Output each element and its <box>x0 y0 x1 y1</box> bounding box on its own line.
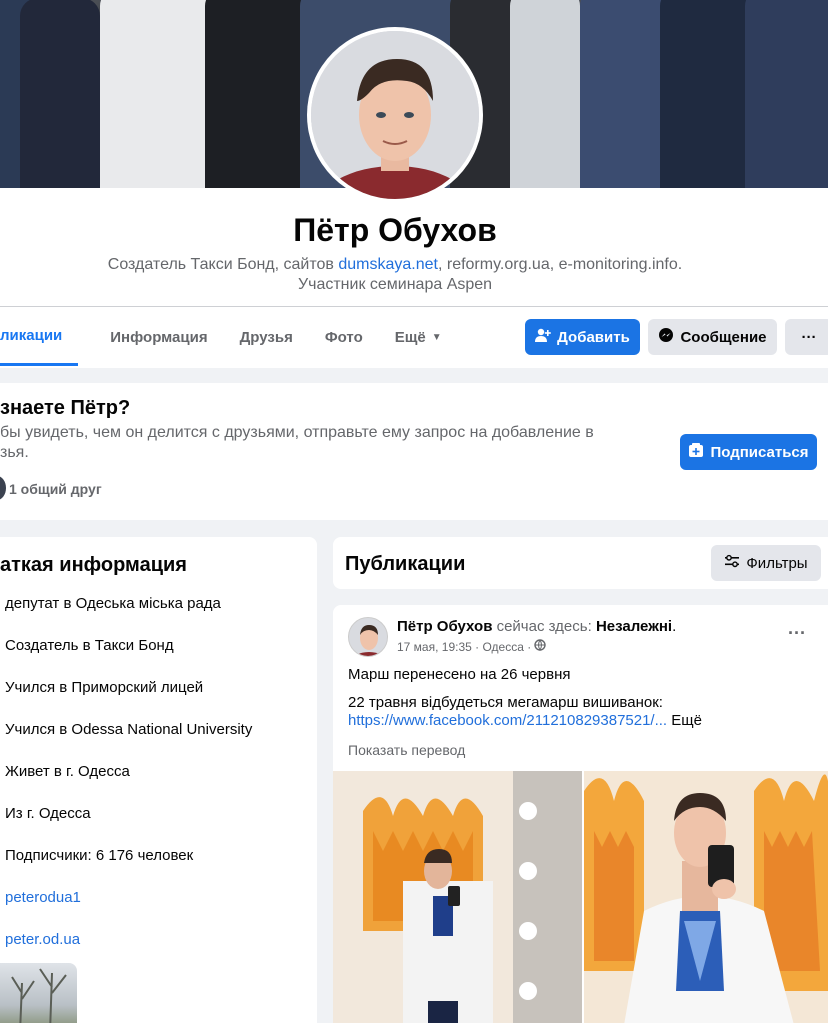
intro-value[interactable]: Такси Бонд <box>95 637 174 654</box>
post-place[interactable]: Незалежні <box>596 618 672 635</box>
messenger-icon <box>658 327 674 347</box>
sliders-icon <box>724 553 740 573</box>
more-icon: ··· <box>801 328 817 346</box>
intro-prefix: Живет в г. <box>5 763 79 780</box>
intro-prefix: депутат в <box>5 595 76 612</box>
tab-label: Фото <box>324 328 363 346</box>
post-link[interactable]: https://www.facebook.com/211210829387521… <box>348 712 667 729</box>
post-text-line2: 22 травня відбудеться мегамарш вишиванок… <box>348 694 663 711</box>
tab-about[interactable]: Информация <box>78 308 223 366</box>
subscribe-icon <box>688 442 704 462</box>
intro-prefix: Учился в <box>5 679 72 696</box>
see-more-link[interactable]: Ещё <box>667 712 702 729</box>
filters-button[interactable]: Фильтры <box>711 545 821 581</box>
posts-title: Публикации <box>345 553 466 575</box>
know-text-line2: зья. <box>0 444 29 461</box>
post-author[interactable]: Пётр Обухов <box>397 618 492 635</box>
post-author-avatar[interactable] <box>348 617 388 657</box>
caret-down-icon: ▼ <box>431 331 442 343</box>
intro-lives: Живет в г. Одесса <box>5 763 130 780</box>
post-header-line: Пётр Обухов сейчас здесь: Незалежні. <box>397 618 676 635</box>
intro-value[interactable]: 6 176 человек <box>96 847 193 864</box>
tab-label: Информация <box>110 328 208 346</box>
intro-website: peter.od.ua <box>5 931 80 948</box>
message-button[interactable]: Сообщение <box>648 319 777 355</box>
cover-person <box>510 0 580 188</box>
intro-title: аткая информация <box>0 554 187 576</box>
intro-school: Учился в Приморский лицей <box>5 679 203 696</box>
intro-prefix: Создатель в <box>5 637 95 654</box>
subscribe-label: Подписаться <box>710 443 809 461</box>
subscribe-button[interactable]: Подписаться <box>680 434 817 470</box>
tab-more[interactable]: Ещё ▼ <box>379 308 458 366</box>
bio-link[interactable]: dumskaya.net <box>338 256 438 273</box>
profile-name: Пётр Обухов <box>293 212 497 248</box>
bio-prefix: Создатель Такси Бонд, сайтов <box>107 256 339 273</box>
post-photo-1[interactable] <box>333 771 582 1023</box>
tab-label: Ещё <box>394 328 426 346</box>
intro-university: Учился в Odessa National University <box>5 721 252 738</box>
filters-label: Фильтры <box>746 554 808 572</box>
cover-person <box>660 0 750 188</box>
intro-prefix: Учился в <box>5 721 72 738</box>
post-more-button[interactable]: ··· <box>788 623 806 644</box>
post-date[interactable]: 17 мая, 19:35 · Одесса · <box>397 640 531 654</box>
divider <box>0 306 828 307</box>
intro-work-council: депутат в Одеська міська рада <box>5 595 221 612</box>
add-friend-label: Добавить <box>557 328 630 346</box>
tab-friends[interactable]: Друзья <box>224 308 309 366</box>
post-link-line: https://www.facebook.com/211210829387521… <box>348 712 702 729</box>
see-translation[interactable]: Показать перевод <box>348 742 465 758</box>
intro-value[interactable]: Odessa National University <box>71 721 252 738</box>
post-meta: 17 мая, 19:35 · Одесса · <box>397 639 546 654</box>
cover-person <box>205 0 315 188</box>
intro-prefix: Подписчики: <box>5 847 96 864</box>
intro-link[interactable]: peter.od.ua <box>5 931 80 948</box>
add-friend-icon <box>535 327 551 347</box>
posts-header: Публикации Фильтры <box>333 537 828 589</box>
intro-followers: Подписчики: 6 176 человек <box>5 847 193 864</box>
intro-link[interactable]: peterodua1 <box>5 889 81 906</box>
intro-value[interactable]: Приморский лицей <box>71 679 203 696</box>
profile-avatar[interactable] <box>307 27 483 203</box>
featured-photo[interactable] <box>0 963 77 1023</box>
profile-bio: Создатель Такси Бонд, сайтов dumskaya.ne… <box>0 255 790 295</box>
message-label: Сообщение <box>680 328 767 346</box>
post-text-line1: Марш перенесено на 26 червня <box>348 666 571 683</box>
intro-instagram: peterodua1 <box>5 889 81 906</box>
intro-card: аткая информация депутат в Одеська міськ… <box>0 537 317 1023</box>
intro-value[interactable]: Одесса <box>39 805 91 822</box>
cover-person <box>20 0 100 188</box>
post-status: сейчас здесь: <box>492 618 596 635</box>
cover-person <box>100 0 210 188</box>
tab-label: ликации <box>0 327 63 344</box>
mutual-friend-avatar[interactable] <box>0 476 6 500</box>
add-friend-button[interactable]: Добавить <box>525 319 640 355</box>
know-text-line1: бы увидеть, чем он делится с друзьями, о… <box>0 424 594 441</box>
bio-suffix: , reformy.org.ua, e-monitoring.info. <box>437 256 683 273</box>
know-text: бы увидеть, чем он делится с друзьями, о… <box>0 423 594 463</box>
bio-line2: Участник семинара Aspen <box>297 276 493 293</box>
know-card: знаете Пётр? бы увидеть, чем он делится … <box>0 383 828 520</box>
cover-person <box>580 0 670 188</box>
tab-label: Друзья <box>239 328 293 346</box>
intro-prefix: Из г. <box>5 805 39 822</box>
tab-photos[interactable]: Фото <box>309 308 379 366</box>
intro-work-taxi: Создатель в Такси Бонд <box>5 637 174 654</box>
mutual-friends[interactable]: 1 общий друг <box>9 481 102 497</box>
post-photo-2[interactable] <box>584 771 828 1023</box>
intro-value[interactable]: Одеська міська рада <box>76 595 221 612</box>
intro-value[interactable]: Одесса <box>78 763 130 780</box>
profile-tabs: ликации Информация Друзья Фото Ещё ▼ <box>0 308 458 366</box>
cover-person <box>745 0 828 188</box>
post-status-suffix: . <box>672 618 677 635</box>
know-title: знаете Пётр? <box>0 397 131 419</box>
intro-from: Из г. Одесса <box>5 805 91 822</box>
globe-icon <box>534 639 546 654</box>
more-actions-button[interactable]: ··· <box>785 319 828 355</box>
tab-posts[interactable]: ликации <box>0 308 79 366</box>
avatar-image <box>311 31 479 199</box>
post-card: Пётр Обухов сейчас здесь: Незалежні. 17 … <box>333 605 828 1023</box>
